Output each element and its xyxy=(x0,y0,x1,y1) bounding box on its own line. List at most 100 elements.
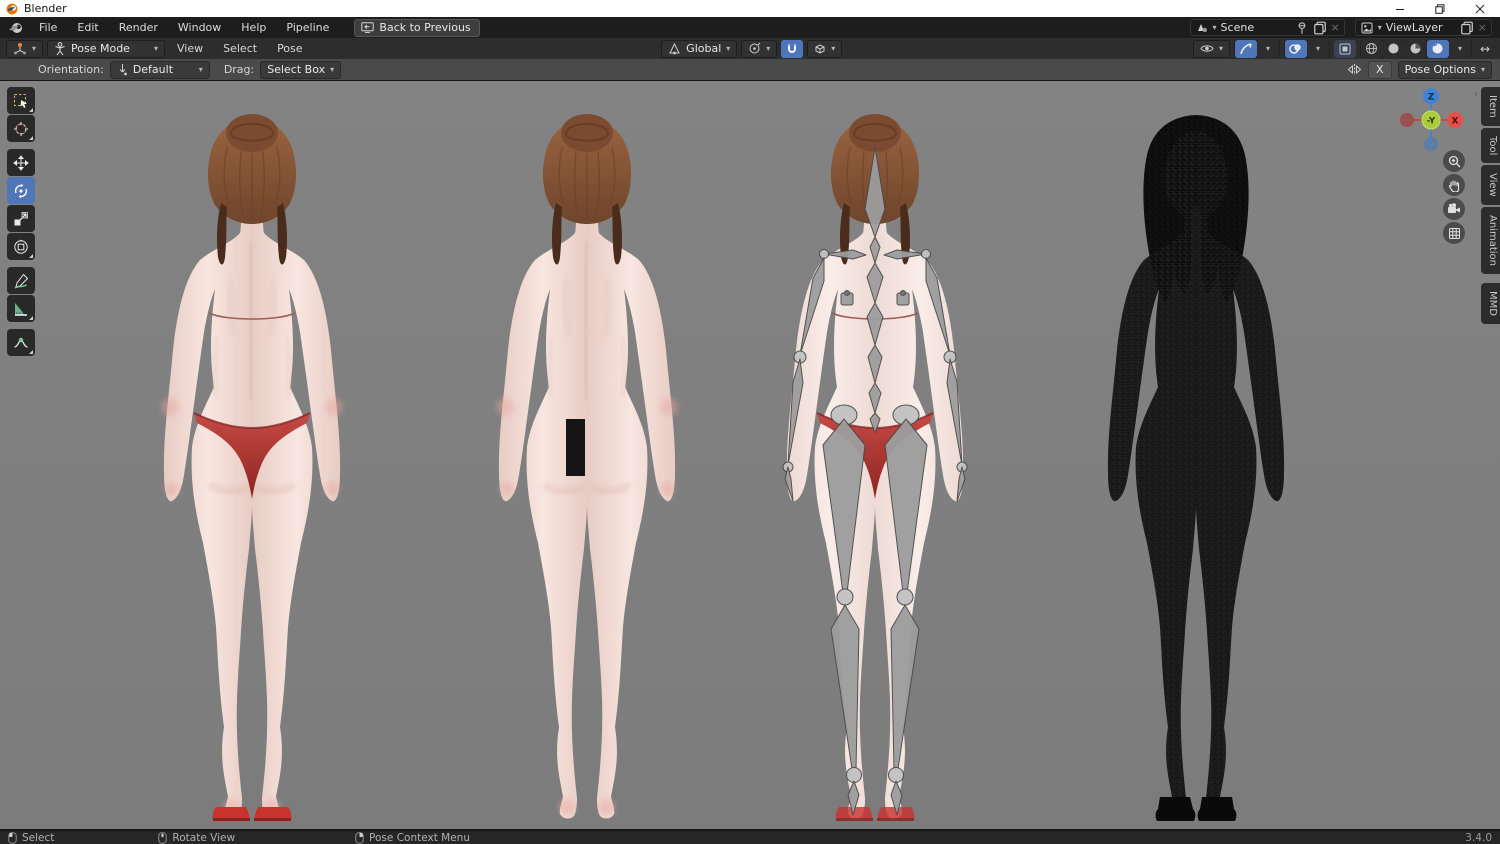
tool-rotate[interactable] xyxy=(7,177,35,204)
pose-options-label: Pose Options xyxy=(1404,63,1476,76)
viewport-3d[interactable]: Z X -Y ‹ Item Tool View Animation MMD xyxy=(0,80,1500,830)
snap-toggle[interactable] xyxy=(781,39,804,58)
new-scene-icon[interactable] xyxy=(1313,21,1327,35)
close-icon xyxy=(1475,4,1485,13)
axis-x-ball[interactable]: X xyxy=(1447,112,1463,128)
orientation-default-icon xyxy=(119,64,127,76)
blender-window: Blender File Edit Render Window Help Pip… xyxy=(0,0,1500,844)
editor-3d-viewport-icon xyxy=(14,42,26,54)
axis-z-ball[interactable]: Z xyxy=(1423,88,1439,104)
axis-minus-z-ball[interactable] xyxy=(1424,137,1438,151)
overlays-settings-dropdown[interactable]: ▾ xyxy=(1306,39,1329,58)
drag-label: Drag: xyxy=(223,63,255,76)
camera-view-button[interactable] xyxy=(1443,198,1465,220)
pivot-point-dropdown[interactable]: ▾ xyxy=(741,39,778,58)
menu-render[interactable]: Render xyxy=(110,19,167,36)
pose-options-dropdown[interactable]: Pose Options ▾ xyxy=(1397,60,1492,79)
tool-transform[interactable] xyxy=(7,233,35,260)
pin-icon[interactable] xyxy=(1295,21,1309,35)
tool-move[interactable] xyxy=(7,149,35,176)
shading-material-button[interactable] xyxy=(1404,39,1427,58)
blender-menu-logo-icon[interactable] xyxy=(8,21,24,35)
mirror-x-toggle[interactable]: X xyxy=(1368,60,1392,79)
drag-mode-dropdown[interactable]: Select Box ▾ xyxy=(260,60,342,79)
remove-viewlayer-icon[interactable]: × xyxy=(1478,21,1487,34)
pan-button[interactable] xyxy=(1443,174,1465,196)
unlink-scene-icon[interactable]: × xyxy=(1331,21,1340,34)
keymap-select-label: Select xyxy=(22,831,55,844)
menu-pipeline[interactable]: Pipeline xyxy=(277,19,338,36)
scene-selector[interactable]: ▾ Scene × xyxy=(1189,19,1345,36)
object-types-visibility-dropdown[interactable]: ▾ xyxy=(1192,39,1230,58)
tool-pose-breakdowner[interactable] xyxy=(7,329,35,356)
axis-y-center-ball[interactable]: -Y xyxy=(1421,110,1441,130)
model-armature-overlay[interactable] xyxy=(760,107,990,827)
gizmo-settings-dropdown[interactable]: ▾ xyxy=(1256,39,1279,58)
tab-tool[interactable]: Tool xyxy=(1481,127,1500,164)
header-overflow-icon[interactable]: ↔ xyxy=(1476,42,1494,56)
tab-view[interactable]: View xyxy=(1481,165,1500,205)
tool-cursor[interactable] xyxy=(7,115,35,142)
chevron-down-icon: ▾ xyxy=(766,43,771,53)
model-shaded-bikini[interactable] xyxy=(137,107,367,827)
viewlayer-name[interactable]: ViewLayer xyxy=(1386,21,1456,34)
show-overlays-toggle[interactable] xyxy=(1284,39,1307,58)
sidebar-tabs: Item Tool View Animation MMD xyxy=(1481,87,1500,324)
menu-edit[interactable]: Edit xyxy=(68,19,107,36)
tool-orientation-value: Default xyxy=(132,63,174,76)
shading-solid-button[interactable] xyxy=(1382,39,1405,58)
rotate-icon xyxy=(14,183,28,198)
zoom-button[interactable] xyxy=(1443,150,1465,172)
tab-animation[interactable]: Animation xyxy=(1481,206,1500,274)
transform-orientation-dropdown[interactable]: Global ▾ xyxy=(661,39,738,58)
grid-icon xyxy=(1448,227,1460,239)
tool-measure[interactable] xyxy=(7,295,35,322)
viewlayer-icon xyxy=(1361,22,1373,33)
shading-settings-dropdown[interactable]: ▾ xyxy=(1448,39,1471,58)
menu-window[interactable]: Window xyxy=(169,19,230,36)
tool-scale[interactable] xyxy=(7,205,35,232)
editor-type-dropdown[interactable]: ▾ xyxy=(6,39,44,58)
visibility-eye-icon xyxy=(1200,45,1214,52)
new-viewlayer-icon[interactable] xyxy=(1460,21,1474,35)
scene-name[interactable]: Scene xyxy=(1221,21,1291,34)
menu-pose[interactable]: Pose xyxy=(269,40,310,57)
viewlayer-selector[interactable]: ▾ ViewLayer × xyxy=(1354,19,1492,36)
shading-wireframe-button[interactable] xyxy=(1360,39,1383,58)
tool-tweak-select[interactable] xyxy=(7,87,35,114)
tab-mmd[interactable]: MMD xyxy=(1481,282,1500,324)
axis-minus-x-ball[interactable] xyxy=(1400,113,1414,127)
keymap-pose-context-menu: Pose Context Menu xyxy=(355,832,470,844)
tab-item[interactable]: Item xyxy=(1481,87,1500,126)
restore-icon xyxy=(1435,3,1445,14)
perspective-toggle-button[interactable] xyxy=(1443,222,1465,244)
camera-icon xyxy=(1448,203,1460,213)
rendered-sphere-icon xyxy=(1432,43,1443,54)
wireframe-sphere-icon xyxy=(1366,43,1378,54)
back-to-previous-button[interactable]: Back to Previous xyxy=(354,18,480,37)
viewlayer-dropdown-chevron[interactable]: ▾ xyxy=(1378,23,1382,32)
menu-select[interactable]: Select xyxy=(215,40,265,57)
tool-annotate[interactable] xyxy=(7,267,35,294)
minimize-button[interactable] xyxy=(1380,0,1420,17)
scene-dropdown-chevron[interactable]: ▾ xyxy=(1213,23,1217,32)
tool-orientation-dropdown[interactable]: Default ▾ xyxy=(109,60,210,79)
svg-text:Z: Z xyxy=(1428,93,1435,103)
model-shaded-censored[interactable] xyxy=(472,107,702,827)
shading-rendered-button[interactable] xyxy=(1426,39,1449,58)
menu-view[interactable]: View xyxy=(169,40,211,57)
menu-file[interactable]: File xyxy=(30,19,66,36)
sidebar-collapse-icon[interactable]: ‹ xyxy=(1474,89,1478,100)
menu-help[interactable]: Help xyxy=(232,19,275,36)
keymap-pose-context-menu-label: Pose Context Menu xyxy=(369,831,470,844)
model-wireframe[interactable] xyxy=(1081,107,1311,827)
show-gizmo-toggle[interactable] xyxy=(1234,39,1257,58)
screen-back-icon xyxy=(361,21,375,33)
close-button[interactable] xyxy=(1460,0,1500,17)
navigation-gizmo[interactable]: Z X -Y xyxy=(1396,83,1466,153)
snap-settings-dropdown[interactable]: ▾ xyxy=(807,39,843,58)
window-title: Blender xyxy=(24,2,67,15)
xray-toggle[interactable] xyxy=(1333,39,1356,58)
restore-button[interactable] xyxy=(1420,0,1460,17)
mode-dropdown[interactable]: Pose Mode ▾ xyxy=(47,39,166,58)
